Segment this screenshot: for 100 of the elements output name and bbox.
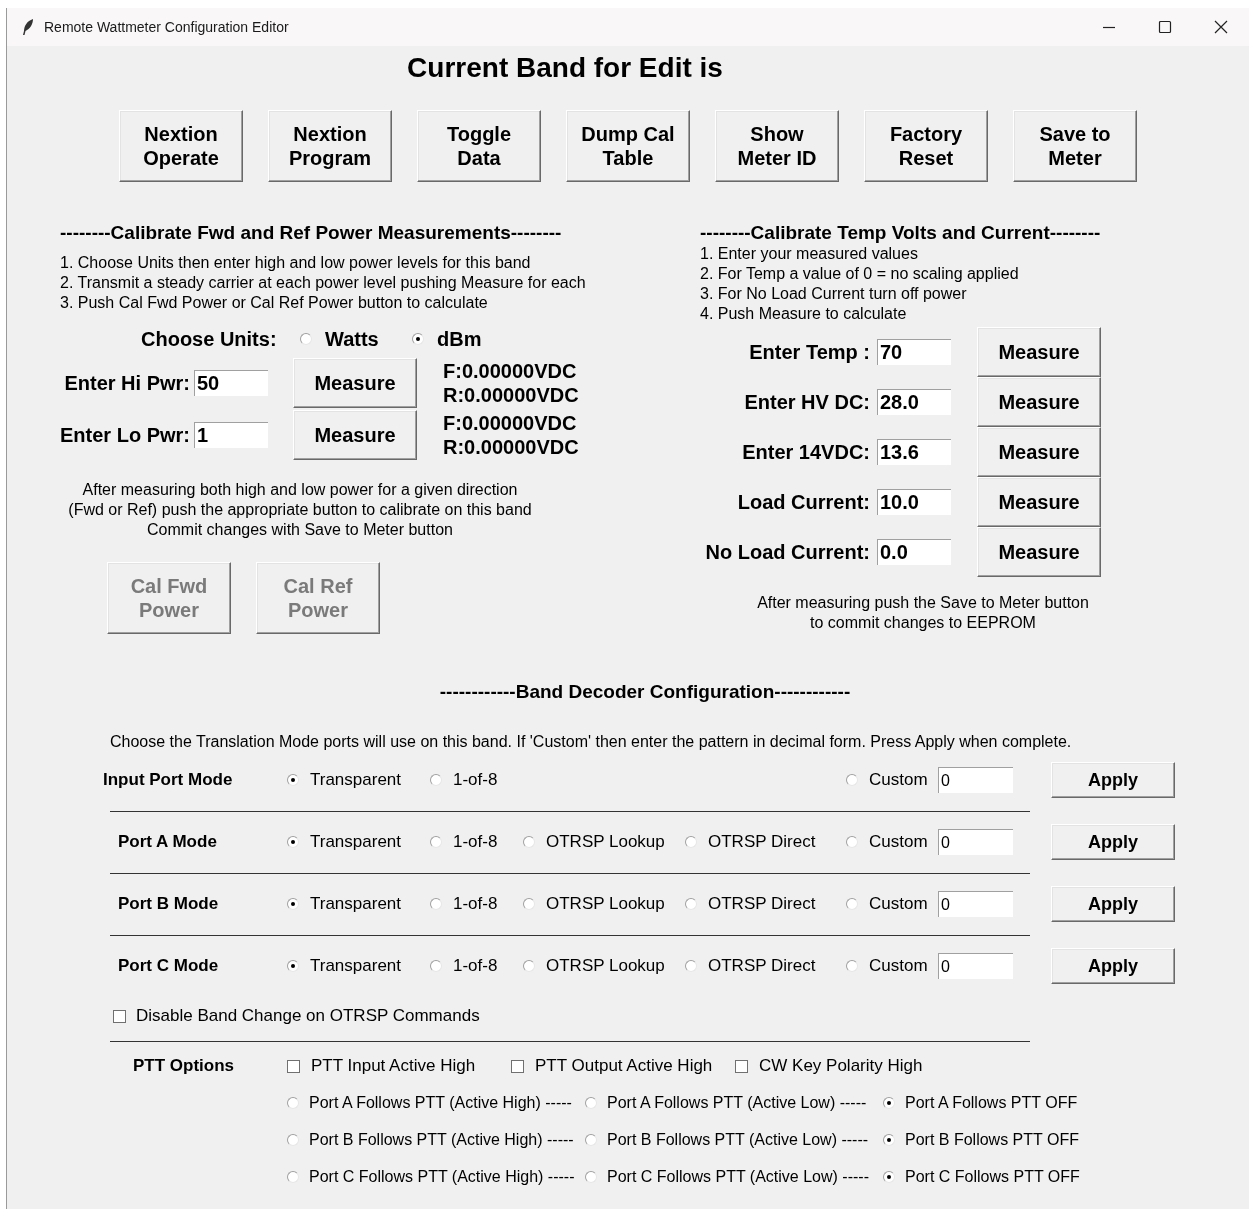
port-label: Port A Mode	[117, 832, 218, 852]
toolbar-button[interactable]: Dump Cal Table	[566, 110, 690, 182]
radio-label: OTRSP Lookup	[546, 832, 665, 852]
radio-label: Port C Follows PTT (Active High) -----	[309, 1168, 575, 1186]
radio-button[interactable]	[585, 1134, 597, 1146]
radio-label: Custom	[869, 770, 928, 790]
measure-button[interactable]: Measure	[293, 410, 417, 460]
radio-label: Port A Follows PTT (Active Low) -----	[607, 1094, 867, 1112]
value-field[interactable]: 13.6	[877, 439, 951, 465]
radio-label: OTRSP Direct	[708, 894, 816, 914]
instruction-text: 2. Transmit a steady carrier at each power level pushing Measure for each	[60, 273, 587, 293]
radio-label: 1-of-8	[453, 894, 498, 914]
radio-label: OTRSP Direct	[708, 956, 816, 976]
radio-button[interactable]	[523, 898, 535, 910]
measure-button[interactable]: Measure	[977, 377, 1101, 427]
custom-field[interactable]: 0	[938, 891, 1013, 917]
measure-button[interactable]: Measure	[977, 527, 1101, 577]
window-title: Remote Wattmeter Configuration Editor	[44, 19, 290, 35]
value-field[interactable]: 10.0	[877, 489, 951, 515]
radio-button[interactable]	[846, 774, 858, 786]
power-field[interactable]: 1	[194, 422, 268, 448]
radio-button[interactable]	[685, 960, 697, 972]
radio-button[interactable]	[883, 1171, 895, 1183]
apply-button[interactable]: Apply	[1051, 762, 1175, 798]
toolbar-button[interactable]: Save to Meter	[1013, 110, 1137, 182]
band-heading: Current Band for Edit is	[406, 51, 724, 85]
radio-button[interactable]	[585, 1171, 597, 1183]
radio-button[interactable]	[685, 898, 697, 910]
radio-button[interactable]	[287, 836, 299, 848]
toolbar-button[interactable]: Factory Reset	[864, 110, 988, 182]
apply-button[interactable]: Apply	[1051, 886, 1175, 922]
checkbox-label: CW Key Polarity High	[759, 1056, 923, 1076]
field-label: Enter Lo Pwr:	[60, 423, 191, 447]
radio-label: Port B Follows PTT (Active High) -----	[309, 1131, 574, 1149]
radio-button[interactable]	[287, 960, 299, 972]
radio-button[interactable]	[846, 960, 858, 972]
port-label: Port B Mode	[117, 894, 220, 914]
checkbox[interactable]	[287, 1059, 300, 1073]
radio-button[interactable]	[846, 836, 858, 848]
checkbox[interactable]	[735, 1059, 748, 1073]
toolbar-button[interactable]: Show Meter ID	[715, 110, 839, 182]
value-field[interactable]: 0.0	[877, 539, 951, 565]
radio-label: 1-of-8	[453, 832, 498, 852]
value-field[interactable]: 28.0	[877, 389, 951, 415]
radio-button[interactable]	[585, 1097, 597, 1109]
radio-label: OTRSP Lookup	[546, 894, 665, 914]
radio-button[interactable]	[287, 1171, 299, 1183]
custom-field[interactable]: 0	[938, 767, 1013, 793]
field-label: Enter HV DC:	[743, 390, 870, 414]
measure-button[interactable]: Measure	[977, 327, 1101, 377]
radio-label: Custom	[869, 956, 928, 976]
radio-label: OTRSP Lookup	[546, 956, 665, 976]
field-label: Enter Hi Pwr:	[63, 371, 191, 395]
custom-field[interactable]: 0	[938, 829, 1013, 855]
checkbox[interactable]	[113, 1009, 126, 1023]
radio-label: Transparent	[310, 894, 402, 914]
field-label: Enter 14VDC:	[741, 440, 870, 464]
radio-button[interactable]	[287, 1134, 299, 1146]
instruction-text: 1. Enter your measured values	[700, 244, 919, 264]
maximize-icon[interactable]	[1158, 20, 1172, 34]
radio-button[interactable]	[523, 960, 535, 972]
radio-button[interactable]	[523, 836, 535, 848]
radio-button[interactable]	[883, 1097, 895, 1109]
port-label: Port C Mode	[117, 956, 220, 976]
toolbar-button[interactable]: Nextion Operate	[119, 110, 243, 182]
radio-button[interactable]	[430, 960, 442, 972]
radio-label: Port B Follows PTT OFF	[905, 1131, 1079, 1149]
radio-label: Port B Follows PTT (Active Low) -----	[607, 1131, 869, 1149]
radio-button[interactable]	[430, 774, 442, 786]
feather-icon	[21, 18, 35, 36]
custom-field[interactable]: 0	[938, 953, 1013, 979]
field-label: Load Current:	[736, 490, 870, 514]
description-text: Choose the Translation Mode ports will use on this band. If 'Custom' then enter the pattern in decimal form. Press Apply when complete.	[110, 732, 1073, 752]
radio-label: Port A Follows PTT OFF	[905, 1094, 1078, 1112]
radio-button[interactable]	[685, 836, 697, 848]
toolbar-button[interactable]: Toggle Data	[417, 110, 541, 182]
radio-button[interactable]	[430, 836, 442, 848]
power-field[interactable]: 50	[194, 370, 268, 396]
measure-button[interactable]: Measure	[977, 477, 1101, 527]
radio-button[interactable]	[287, 1097, 299, 1109]
radio-button[interactable]	[287, 774, 299, 786]
ptt-label: PTT Options	[132, 1056, 236, 1076]
radio-button[interactable]	[300, 333, 312, 345]
radio-button[interactable]	[412, 333, 424, 345]
calibration-note: After measuring both high and low power for a given direction (Fwd or Ref) push the appropriate button to calibrate on this band Commit changes with Save to Meter button	[67, 480, 533, 540]
measure-button[interactable]: Measure	[977, 427, 1101, 477]
radio-label: Custom	[869, 832, 928, 852]
value-field[interactable]: 70	[877, 339, 951, 365]
checkbox[interactable]	[511, 1059, 524, 1073]
toolbar-button[interactable]: Nextion Program	[268, 110, 392, 182]
radio-button[interactable]	[846, 898, 858, 910]
radio-button[interactable]	[883, 1134, 895, 1146]
apply-button[interactable]: Apply	[1051, 948, 1175, 984]
apply-button[interactable]: Apply	[1051, 824, 1175, 860]
radio-button[interactable]	[287, 898, 299, 910]
close-icon[interactable]	[1214, 20, 1228, 34]
measure-button[interactable]: Measure	[293, 358, 417, 408]
voltage-readings: F:0.00000VDC R:0.00000VDC	[443, 359, 580, 407]
section-heading: --------Calibrate Temp Volts and Current--------	[700, 222, 1102, 244]
radio-button[interactable]	[430, 898, 442, 910]
